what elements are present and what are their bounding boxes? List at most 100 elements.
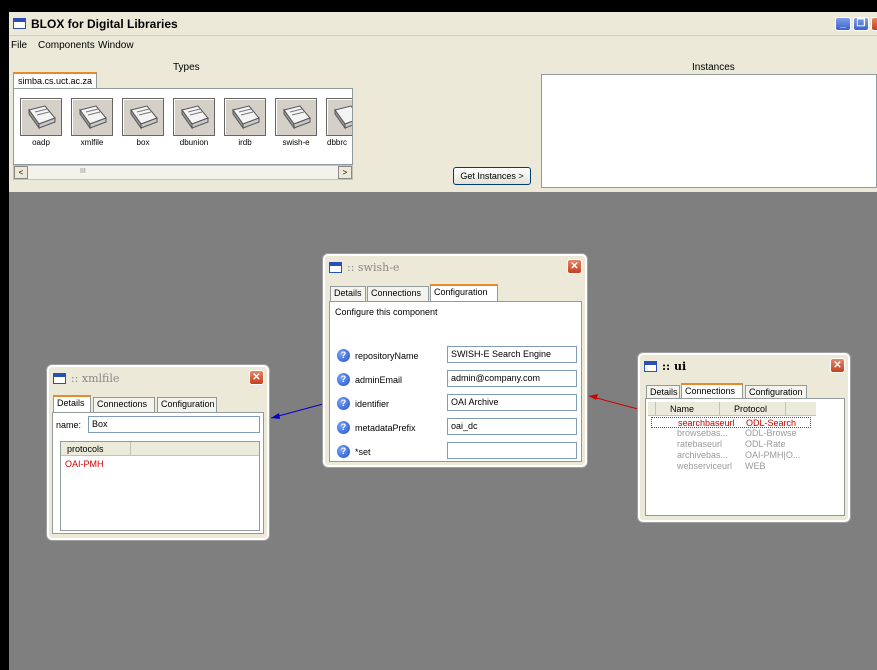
field-label: identifier [355,399,390,409]
types-panel: simba.cs.uct.ac.za oadp xmlfile box dbun… [13,70,353,183]
component-label: xmlfile [80,138,104,147]
restore-button[interactable]: ❐ [853,17,869,31]
table-row[interactable]: OAI-PMH [65,459,104,469]
row-name: browsebas... [677,428,729,438]
tab-details[interactable]: Details [53,395,91,412]
row-name: ratebaseurl [677,439,723,449]
field-label: repositoryName [355,351,419,361]
component-oadp[interactable] [20,98,62,136]
component-icon [28,105,56,130]
scroll-right-button[interactable]: > [338,166,352,179]
tab-details[interactable]: Details [330,286,366,301]
table-row[interactable]: webserviceurl WEB [651,461,811,472]
empty-column-header [786,402,816,416]
component-icon [232,105,260,130]
metadata-prefix-field[interactable]: oai_dc [447,418,577,435]
xmlfile-window[interactable]: :: xmlfile ✕ Details Connections Configu… [46,364,270,541]
window-icon [13,18,26,29]
row-protocol: OAI-PMH|O... [745,450,801,460]
component-icon [334,105,352,130]
ui-window[interactable]: :: ui ✕ Details Connections Configuratio… [637,352,851,523]
row-header-spacer [648,402,656,416]
table-row[interactable]: ratebaseurl ODL-Rate [651,439,811,450]
help-icon[interactable]: ? [337,373,350,386]
instances-heading: Instances [692,62,735,73]
swish-e-window[interactable]: :: swish-e ✕ Details Connections Configu… [322,253,588,468]
table-row[interactable]: searchbaseurl ODL-Search [651,417,811,428]
configuration-panel: Configure this component ? repositoryNam… [329,301,582,462]
component-label: swish-e [282,138,310,147]
connections-table: Name Protocol searchbaseurl ODL-Search b… [648,402,816,512]
component-label: dbunion [179,138,209,147]
row-protocol: ODL-Rate [745,439,786,449]
close-button[interactable] [871,17,877,31]
component-canvas[interactable]: :: xmlfile ✕ Details Connections Configu… [9,192,877,670]
scroll-grip[interactable]: III [80,168,86,175]
component-box[interactable] [122,98,164,136]
window-icon [53,373,66,384]
component-icon [283,105,311,130]
app-title: BLOX for Digital Libraries [31,17,178,31]
field-label: metadataPrefix [355,423,416,433]
component-irdb[interactable] [224,98,266,136]
row-name: searchbaseurl [678,418,735,428]
component-label: box [136,138,150,147]
types-scrollbar[interactable]: < III > [13,165,353,180]
empty-column-header [131,442,259,456]
help-icon[interactable]: ? [337,421,350,434]
protocols-table: protocols OAI-PMH [60,441,260,531]
help-icon[interactable]: ? [337,445,350,458]
component-label: oadp [32,138,50,147]
window-icon [329,262,342,273]
app-window: BLOX for Digital Libraries _ ❐ File Comp… [9,12,877,670]
get-instances-button[interactable]: Get Instances > [453,167,531,185]
close-icon[interactable]: ✕ [249,370,264,385]
identifier-field[interactable]: OAI Archive [447,394,577,411]
minimize-button[interactable]: _ [835,17,851,31]
row-protocol: ODL-Search [746,418,797,428]
table-row[interactable]: archivebas... OAI-PMH|O... [651,450,811,461]
protocols-column-header[interactable]: protocols [61,442,131,456]
close-icon[interactable]: ✕ [830,358,845,373]
arrowhead-blue-icon [271,413,280,419]
row-name: archivebas... [677,450,729,460]
set-field[interactable] [447,442,577,459]
protocol-column-header[interactable]: Protocol [720,402,786,416]
field-label: adminEmail [355,375,403,385]
component-icon [181,105,209,130]
help-icon[interactable]: ? [337,397,350,410]
close-icon[interactable]: ✕ [567,259,582,274]
field-label: *set [355,447,371,457]
tab-configuration[interactable]: Configuration [157,397,217,412]
table-row[interactable]: browsebas... ODL-Browse [651,428,811,439]
help-icon[interactable]: ? [337,349,350,362]
row-protocol: ODL-Browse [745,428,797,438]
component-swish-e[interactable] [275,98,317,136]
arrowhead-red-icon [589,394,598,400]
name-label: name: [56,420,82,430]
tab-connections[interactable]: Connections [367,286,429,301]
scroll-left-button[interactable]: < [14,166,28,179]
component-label: irdb [238,138,252,147]
menu-window[interactable]: Window [98,40,134,51]
instances-list[interactable] [541,74,877,188]
name-column-header[interactable]: Name [656,402,720,416]
menu-file[interactable]: File [11,40,27,51]
component-icon [79,105,107,130]
component-xmlfile[interactable] [71,98,113,136]
admin-email-field[interactable]: admin@company.com [447,370,577,387]
menu-components[interactable]: Components [38,40,95,51]
tab-connections[interactable]: Connections [93,397,155,412]
component-dbunion[interactable] [173,98,215,136]
connections-panel: Name Protocol searchbaseurl ODL-Search b… [645,398,845,516]
component-icon [130,105,158,130]
window-title: :: ui [662,360,687,373]
name-field[interactable]: Box [88,416,260,433]
types-component-list: oadp xmlfile box dbunion irdb swish-e db… [13,88,353,165]
component-dbbrc[interactable] [326,98,352,136]
tab-simba-host[interactable]: simba.cs.uct.ac.za [13,72,98,88]
repository-name-field[interactable]: SWISH-E Search Engine [447,346,577,363]
window-title: :: xmlfile [71,372,120,385]
tab-configuration[interactable]: Configuration [430,284,498,301]
window-title: :: swish-e [347,261,400,274]
